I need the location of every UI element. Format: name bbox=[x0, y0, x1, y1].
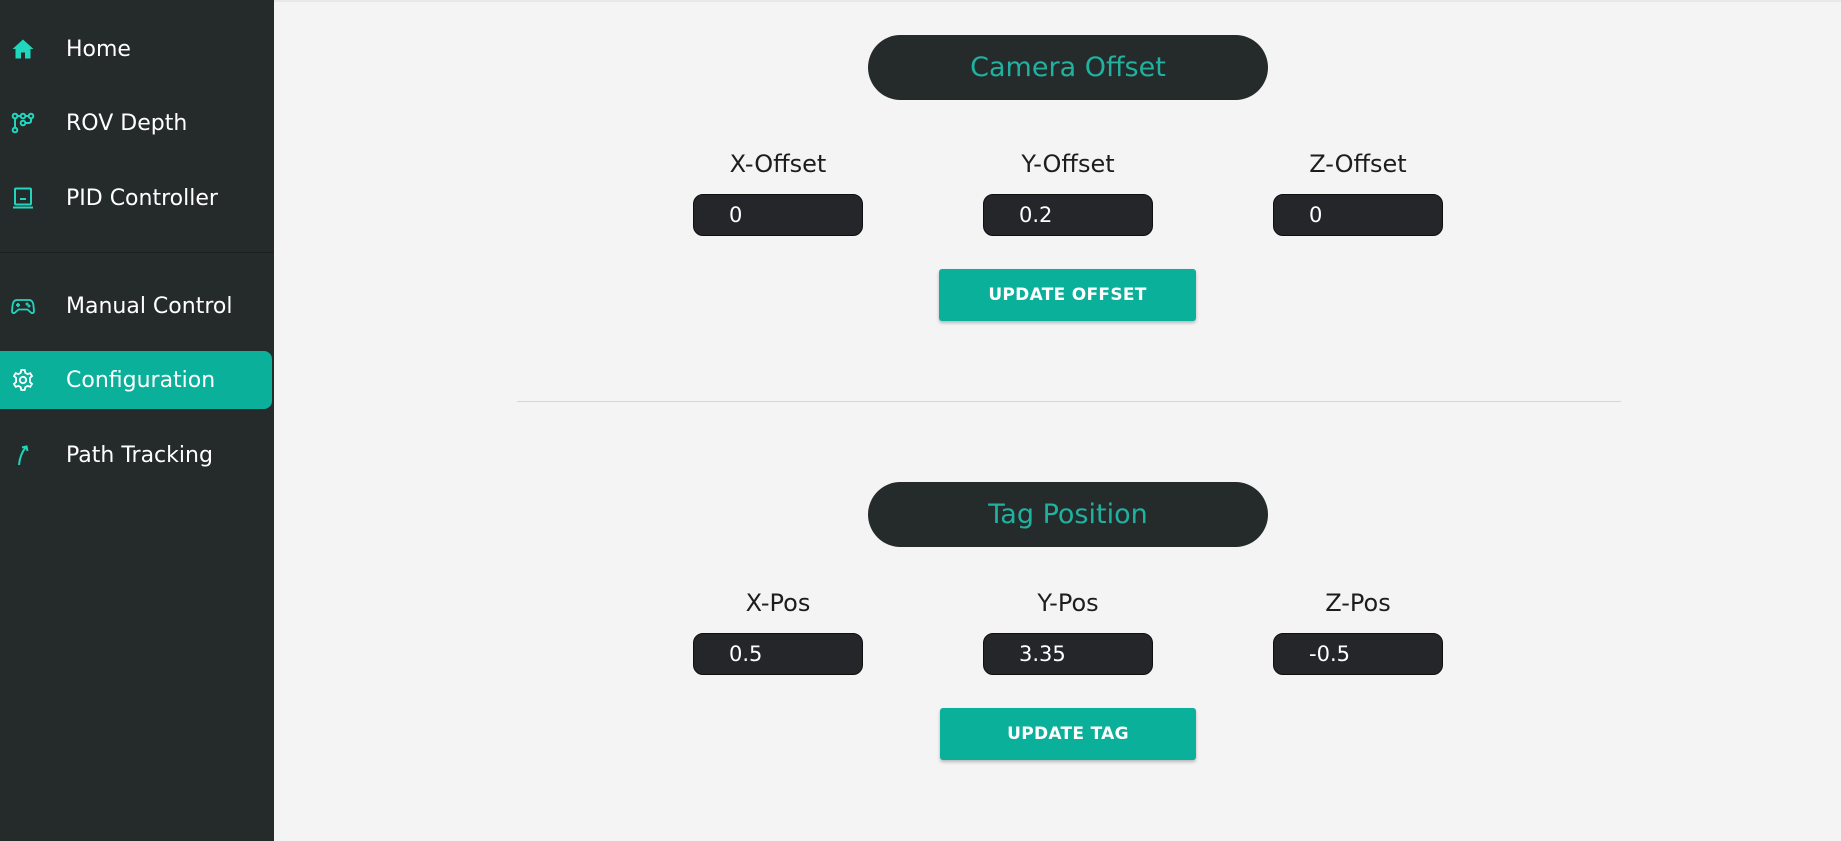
x-pos-label: X-Pos bbox=[745, 589, 811, 617]
update-offset-button[interactable]: UPDATE OFFSET bbox=[939, 269, 1196, 321]
camera-offset-title: Camera Offset bbox=[868, 35, 1268, 100]
sidebar-item-rov-depth[interactable]: ROV Depth bbox=[0, 94, 272, 152]
z-pos-input[interactable] bbox=[1273, 633, 1443, 675]
gear-icon bbox=[11, 368, 35, 392]
gamepad-icon bbox=[11, 294, 35, 318]
sidebar-item-manual-control[interactable]: Manual Control bbox=[0, 277, 272, 335]
y-pos-label: Y-Pos bbox=[1037, 589, 1099, 617]
sidebar-item-label: Path Tracking bbox=[66, 442, 213, 468]
x-pos-input[interactable] bbox=[693, 633, 863, 675]
tag-position-title: Tag Position bbox=[868, 482, 1268, 547]
sidebar-item-label: Home bbox=[66, 36, 131, 62]
sidebar-item-label: Manual Control bbox=[66, 293, 233, 319]
y-offset-input[interactable] bbox=[983, 194, 1153, 236]
section-divider bbox=[517, 401, 1621, 402]
x-offset-input[interactable] bbox=[693, 194, 863, 236]
sidebar-item-path-tracking[interactable]: Path Tracking bbox=[0, 426, 272, 484]
sidebar-item-label: PID Controller bbox=[66, 185, 218, 211]
x-offset-label: X-Offset bbox=[729, 150, 827, 178]
sidebar: Home ROV Depth PID Controller Manual Con… bbox=[0, 0, 274, 841]
z-offset-input[interactable] bbox=[1273, 194, 1443, 236]
z-pos-label: Z-Pos bbox=[1325, 589, 1391, 617]
arrow-icon bbox=[11, 443, 35, 467]
home-icon bbox=[11, 37, 35, 61]
top-border bbox=[274, 0, 1841, 2]
main-content: Camera Offset X-Offset Y-Offset Z-Offset… bbox=[274, 0, 1841, 841]
y-pos-input[interactable] bbox=[983, 633, 1153, 675]
sidebar-item-pid-controller[interactable]: PID Controller bbox=[0, 169, 272, 227]
depth-icon bbox=[11, 111, 35, 135]
sidebar-item-label: ROV Depth bbox=[66, 110, 188, 136]
sidebar-item-label: Configuration bbox=[66, 367, 216, 393]
update-tag-button[interactable]: UPDATE TAG bbox=[940, 708, 1196, 760]
sidebar-divider bbox=[0, 252, 274, 253]
z-offset-label: Z-Offset bbox=[1309, 150, 1407, 178]
pid-icon bbox=[11, 186, 35, 210]
sidebar-item-configuration[interactable]: Configuration bbox=[0, 351, 272, 409]
sidebar-item-home[interactable]: Home bbox=[0, 20, 272, 78]
y-offset-label: Y-Offset bbox=[1021, 150, 1115, 178]
